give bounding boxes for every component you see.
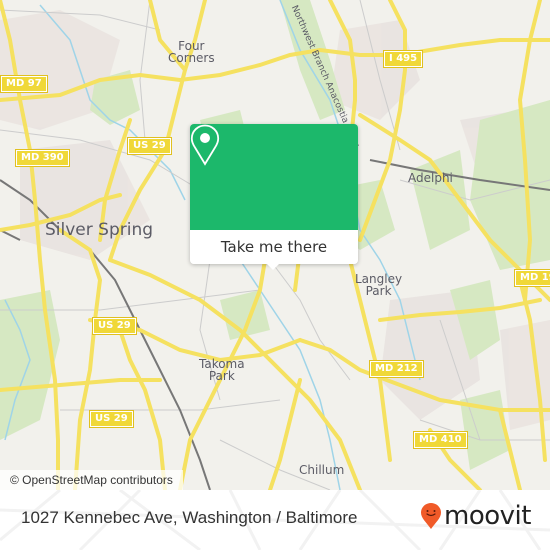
destination-address: 1027 Kennebec Ave, Washington / Baltimor… — [21, 508, 358, 527]
place-label-chillum: Chillum — [299, 463, 345, 477]
popup-header — [190, 124, 358, 230]
route-shield-i495: I 495 — [382, 50, 424, 68]
route-shield-us29: US 29 — [92, 317, 137, 335]
place-label-silver-spring: Silver Spring — [45, 220, 154, 240]
route-shield-md410: MD 410 — [413, 431, 468, 449]
moovit-wordmark: moovit — [444, 501, 531, 531]
route-shield-md212: MD 212 — [369, 360, 424, 378]
moovit-smiley-pin-icon — [421, 503, 441, 529]
route-shield-us29: US 29 — [127, 137, 172, 155]
route-shield-us29: US 29 — [89, 410, 134, 428]
popup-pointer — [266, 263, 280, 270]
map-attribution[interactable]: © OpenStreetMap contributors — [0, 470, 183, 490]
map-card: Four Corners Silver Spring Adelphi Langl… — [0, 0, 550, 550]
place-label-four-corners: Four Corners — [168, 39, 215, 65]
place-label-langley-park: Langley Park — [355, 272, 403, 298]
route-shield-md193: MD 19 — [514, 269, 550, 287]
destination-popup: Take me there — [190, 124, 358, 270]
moovit-logo[interactable]: moovit — [420, 502, 531, 530]
place-label-adelphi: Adelphi — [408, 171, 453, 185]
take-me-there-button[interactable]: Take me there — [190, 230, 358, 264]
map-view[interactable]: Four Corners Silver Spring Adelphi Langl… — [0, 0, 550, 490]
footer-bar: 1027 Kennebec Ave, Washington / Baltimor… — [0, 490, 550, 550]
route-shield-md97: MD 97 — [0, 75, 48, 93]
location-pin-icon — [190, 124, 220, 166]
route-shield-md390: MD 390 — [15, 149, 70, 167]
place-label-takoma-park: Takoma Park — [199, 357, 245, 383]
